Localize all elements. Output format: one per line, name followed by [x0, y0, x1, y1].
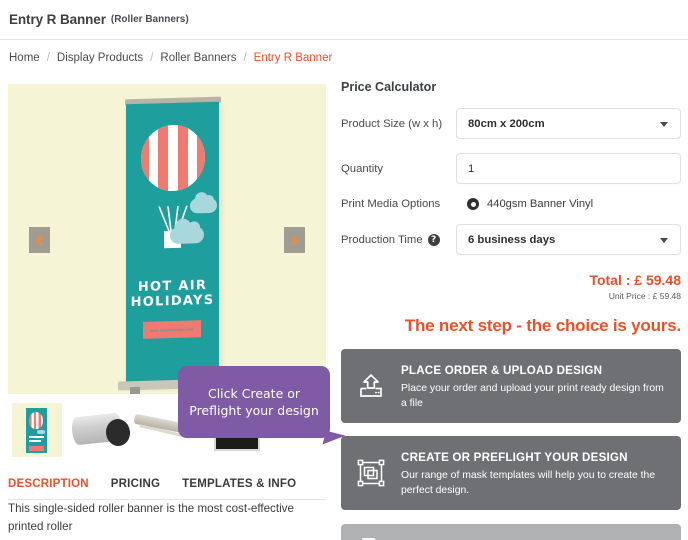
- print-media-option-label[interactable]: 440gsm Banner Vinyl: [487, 198, 593, 210]
- next-step-heading: The next step - the choice is yours.: [404, 316, 681, 335]
- thumbnail-url-strip: [29, 446, 44, 451]
- quantity-label: Quantity: [341, 162, 384, 175]
- balloon-icon: [29, 412, 43, 429]
- breadcrumb: Home / Display Products / Roller Banners…: [9, 48, 332, 68]
- gallery-stage: HOT AIR HOLIDAYS www.hotairholidays.com: [8, 84, 326, 394]
- product-size-row: Product Size (w x h) 80cm x 200cm: [341, 108, 681, 139]
- product-page: Entry R Banner (Roller Banners) Home / D…: [0, 0, 688, 540]
- gallery-next-button[interactable]: [284, 227, 305, 253]
- price-calculator-panel: Price Calculator Product Size (w x h) 80…: [341, 80, 681, 540]
- thumbnail-banner-graphic: [26, 408, 47, 453]
- thumbnail-item-case[interactable]: [70, 409, 132, 452]
- breadcrumb-item-display-products[interactable]: Display Products: [57, 52, 143, 64]
- product-image-gallery[interactable]: HOT AIR HOLIDAYS www.hotairholidays.com: [8, 84, 326, 394]
- price-calculator-title: Price Calculator: [341, 80, 437, 94]
- page-header: Entry R Banner (Roller Banners): [0, 0, 688, 40]
- unit-price: Unit Price : £ 59.48: [608, 291, 681, 301]
- thumbnail-text-line: [29, 440, 41, 442]
- product-gallery-column: HOT AIR HOLIDAYS www.hotairholidays.com: [8, 84, 326, 394]
- cloud-icon: [170, 226, 204, 245]
- design-crop-icon: [355, 459, 387, 487]
- gallery-prev-button[interactable]: [29, 227, 50, 253]
- page-category: (Roller Banners): [110, 14, 189, 25]
- banner-url-text: www.hotairholidays.com: [150, 327, 194, 333]
- print-media-row: Print Media Options 440gsm Banner Vinyl: [341, 198, 681, 210]
- print-media-label: Print Media Options: [341, 198, 441, 210]
- cloud-icon: [190, 197, 217, 214]
- create-preflight-subtitle: Our range of mask templates will help yo…: [401, 470, 656, 496]
- banner-headline-line2: HOLIDAYS: [130, 292, 215, 311]
- production-time-label: Production Time ?: [341, 233, 456, 246]
- tooltip-line-1: Click Create or: [207, 386, 301, 401]
- place-order-subtitle: Place your order and upload your print r…: [401, 383, 664, 409]
- thumbnail-item-banner[interactable]: [12, 403, 62, 457]
- radio-dot-icon: [470, 201, 476, 207]
- banner-headline: HOT AIR HOLIDAYS: [126, 278, 219, 311]
- product-size-value: 80cm x 200cm: [468, 117, 545, 130]
- breadcrumb-item-roller-banners[interactable]: Roller Banners: [160, 52, 236, 64]
- production-time-label-text: Production Time: [341, 233, 423, 246]
- chevron-down-icon: [660, 238, 668, 243]
- help-circle-icon[interactable]: ?: [427, 233, 440, 246]
- breadcrumb-separator: /: [150, 52, 154, 64]
- place-order-text: PLACE ORDER & UPLOAD DESIGN Place your o…: [401, 361, 667, 411]
- product-tabs: DESCRIPTION PRICING TEMPLATES & INFO: [8, 478, 326, 500]
- total-price: Total : £ 59.48: [589, 272, 681, 288]
- document-icon: [355, 535, 387, 540]
- print-media-options: 440gsm Banner Vinyl: [456, 198, 681, 210]
- cloud-icon: [37, 430, 45, 434]
- production-time-value: 6 business days: [468, 233, 556, 246]
- product-size-label: Product Size (w x h): [341, 117, 443, 130]
- breadcrumb-separator: /: [243, 52, 247, 64]
- banner-case-end-cap: [104, 417, 132, 448]
- quantity-row: Quantity 1: [341, 153, 681, 184]
- place-order-title: PLACE ORDER & UPLOAD DESIGN: [401, 364, 603, 377]
- radio-440gsm-banner-vinyl[interactable]: [467, 198, 479, 210]
- production-time-select[interactable]: 6 business days: [456, 224, 681, 255]
- production-time-row: Production Time ? 6 business days: [341, 224, 681, 255]
- product-size-select[interactable]: 80cm x 200cm: [456, 108, 681, 139]
- banner-base-foot-end: [130, 386, 140, 394]
- breadcrumb-item-entry-r-banner[interactable]: Entry R Banner: [254, 52, 333, 64]
- page-title: Entry R Banner: [9, 12, 106, 27]
- breadcrumb-separator: /: [46, 52, 50, 64]
- quantity-input[interactable]: 1: [456, 153, 681, 184]
- place-order-upload-design-button[interactable]: PLACE ORDER & UPLOAD DESIGN Place your o…: [341, 349, 681, 423]
- tab-description[interactable]: DESCRIPTION: [8, 478, 89, 490]
- create-preflight-title: CREATE OR PREFLIGHT YOUR DESIGN: [401, 451, 628, 464]
- thumbnail-text-line: [29, 436, 44, 438]
- create-preflight-text: CREATE OR PREFLIGHT YOUR DESIGN Our rang…: [401, 448, 667, 498]
- roller-banner-graphic: HOT AIR HOLIDAYS www.hotairholidays.com: [126, 101, 219, 387]
- breadcrumb-item-home[interactable]: Home: [9, 52, 40, 64]
- chevron-left-icon: [35, 235, 46, 245]
- create-or-preflight-design-button[interactable]: CREATE OR PREFLIGHT YOUR DESIGN Our rang…: [341, 436, 681, 510]
- tooltip-line-2: Preflight your design: [189, 403, 319, 418]
- get-a-quote-button[interactable]: GET A QUOTE: [341, 524, 681, 540]
- banner-url-strip: www.hotairholidays.com: [143, 320, 201, 339]
- tab-panel-description: This single-sided roller banner is the m…: [8, 502, 294, 533]
- chevron-right-icon: [288, 235, 299, 245]
- tab-templates-info[interactable]: TEMPLATES & INFO: [182, 478, 296, 490]
- chevron-down-icon: [660, 122, 668, 127]
- tooltip-text: Click Create or Preflight your design: [189, 385, 319, 419]
- tooltip-callout: Click Create or Preflight your design: [178, 366, 346, 450]
- upload-icon: [355, 373, 387, 399]
- tab-pricing[interactable]: PRICING: [111, 478, 160, 490]
